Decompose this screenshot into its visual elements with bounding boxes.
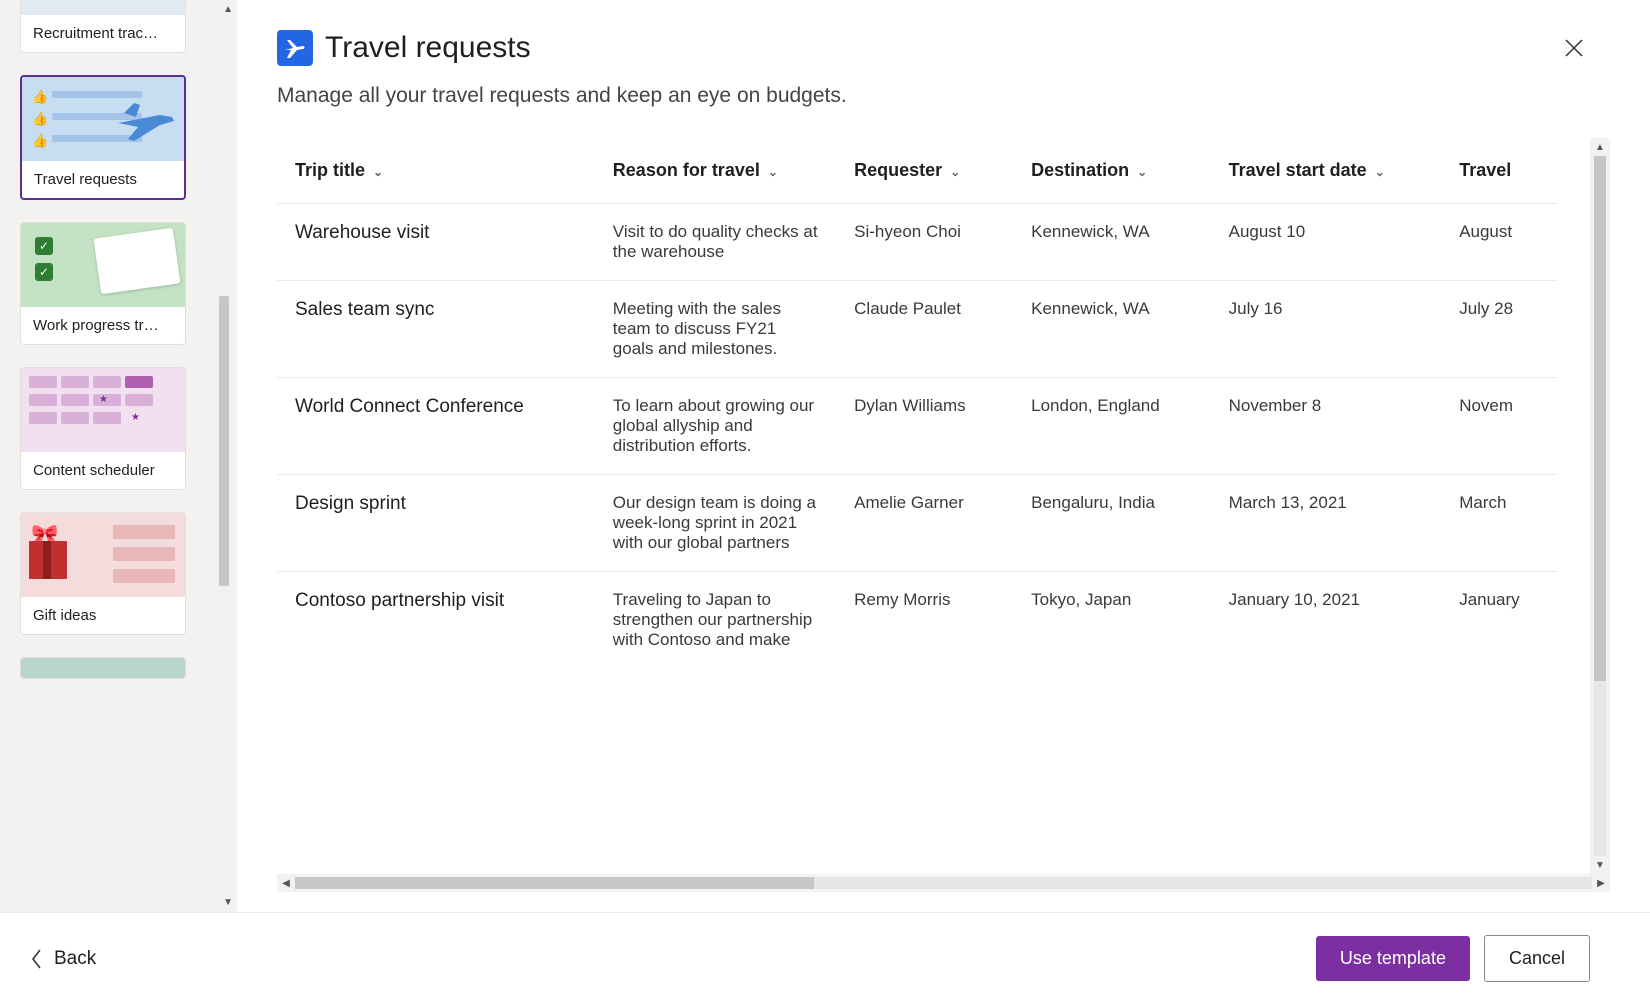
template-label: Recruitment trac… [21,15,185,52]
template-label: Content scheduler [21,452,185,489]
template-card-work-progress[interactable]: ✓ ✓ Work progress tr… [20,222,186,345]
cell-trip-title: Sales team sync [277,281,595,378]
chevron-left-icon [30,948,44,970]
airplane-icon [116,101,178,148]
cell-end-date: January [1441,572,1557,669]
cell-reason: Our design team is doing a week-long spr… [595,475,836,572]
cell-end-date: Novem [1441,378,1557,475]
template-label: Gift ideas [21,597,185,634]
cell-destination: Kennewick, WA [1013,281,1210,378]
template-thumb: 👍 👍 👍 [22,77,184,161]
template-thumb [21,658,185,678]
horizontal-scrollbar[interactable]: ◀ ▶ [277,874,1610,892]
table-row[interactable]: Contoso partnership visitTraveling to Ja… [277,572,1557,669]
template-card-content-scheduler[interactable]: ★ ★ Content scheduler [20,367,186,490]
cell-trip-title: World Connect Conference [277,378,595,475]
template-label: Travel requests [22,161,184,198]
scroll-right-icon[interactable]: ▶ [1592,878,1610,889]
cell-reason: To learn about growing our global allysh… [595,378,836,475]
page-title: Travel requests [325,31,531,65]
sidebar-scroll-up-icon[interactable]: ▲ [223,4,233,15]
cell-start-date: August 10 [1211,204,1442,281]
cancel-button[interactable]: Cancel [1484,935,1590,982]
column-header-requester[interactable]: Requester⌄ [836,138,1013,204]
cell-start-date: July 16 [1211,281,1442,378]
travel-requests-table: Trip title⌄ Reason for travel⌄ Requester… [277,138,1557,668]
cell-requester: Si-hyeon Choi [836,204,1013,281]
airplane-icon [277,30,313,66]
table-row[interactable]: Sales team syncMeeting with the sales te… [277,281,1557,378]
cell-start-date: November 8 [1211,378,1442,475]
cell-end-date: August [1441,204,1557,281]
template-card-travel-requests[interactable]: 👍 👍 👍 Travel requests [20,75,186,200]
scroll-down-icon[interactable]: ▼ [1595,856,1605,874]
sidebar-scroll-down-icon[interactable]: ▼ [223,897,233,908]
back-label: Back [54,948,96,970]
cell-requester: Claude Paulet [836,281,1013,378]
cell-requester: Remy Morris [836,572,1013,669]
cell-destination: Bengaluru, India [1013,475,1210,572]
back-button[interactable]: Back [30,948,96,970]
cell-end-date: July 28 [1441,281,1557,378]
column-header-trip-title[interactable]: Trip title⌄ [277,138,595,204]
vertical-scrollbar[interactable]: ▲ ▼ [1590,138,1610,874]
close-button[interactable] [1562,36,1590,64]
table-container: Trip title⌄ Reason for travel⌄ Requester… [277,138,1610,892]
template-thumb: ✓ ✓ [21,223,185,307]
column-header-destination[interactable]: Destination⌄ [1013,138,1210,204]
chevron-down-icon: ⌄ [1375,165,1385,179]
template-label: Work progress tr… [21,307,185,344]
cell-requester: Amelie Garner [836,475,1013,572]
cell-destination: London, England [1013,378,1210,475]
cell-trip-title: Design sprint [277,475,595,572]
scrollbar-thumb[interactable] [295,877,814,889]
template-thumb: ★ ★ [21,368,185,452]
cell-requester: Dylan Williams [836,378,1013,475]
content-area: Travel requests Manage all your travel r… [237,0,1650,912]
chevron-down-icon: ⌄ [373,165,383,179]
sidebar-scrollbar-thumb[interactable] [219,296,229,586]
use-template-button[interactable]: Use template [1316,936,1470,981]
cell-trip-title: Warehouse visit [277,204,595,281]
footer-bar: Back Use template Cancel [0,912,1650,1004]
template-sidebar: ▲ Recruitment trac… 👍 👍 👍 Travel request… [0,0,237,912]
cell-reason: Meeting with the sales team to discuss F… [595,281,836,378]
cell-end-date: March [1441,475,1557,572]
template-thumb: 🎀 [21,513,185,597]
template-thumb [21,0,185,15]
column-header-start-date[interactable]: Travel start date⌄ [1211,138,1442,204]
cell-trip-title: Contoso partnership visit [277,572,595,669]
page-description: Manage all your travel requests and keep… [277,84,1610,108]
column-header-travel-end[interactable]: Travel [1441,138,1557,204]
cell-start-date: January 10, 2021 [1211,572,1442,669]
chevron-down-icon: ⌄ [768,165,778,179]
table-row[interactable]: Warehouse visitVisit to do quality check… [277,204,1557,281]
scroll-left-icon[interactable]: ◀ [277,878,295,889]
table-row[interactable]: World Connect ConferenceTo learn about g… [277,378,1557,475]
template-card-gift-ideas[interactable]: 🎀 Gift ideas [20,512,186,635]
cell-start-date: March 13, 2021 [1211,475,1442,572]
chevron-down-icon: ⌄ [950,165,960,179]
table-row[interactable]: Design sprintOur design team is doing a … [277,475,1557,572]
column-header-reason[interactable]: Reason for travel⌄ [595,138,836,204]
template-card-recruitment[interactable]: Recruitment trac… [20,0,186,53]
scrollbar-thumb[interactable] [1594,156,1606,681]
template-card-next[interactable] [20,657,186,679]
cell-destination: Kennewick, WA [1013,204,1210,281]
scroll-up-icon[interactable]: ▲ [1595,138,1605,156]
cell-reason: Visit to do quality checks at the wareho… [595,204,836,281]
cell-reason: Traveling to Japan to strengthen our par… [595,572,836,669]
cell-destination: Tokyo, Japan [1013,572,1210,669]
chevron-down-icon: ⌄ [1137,165,1147,179]
